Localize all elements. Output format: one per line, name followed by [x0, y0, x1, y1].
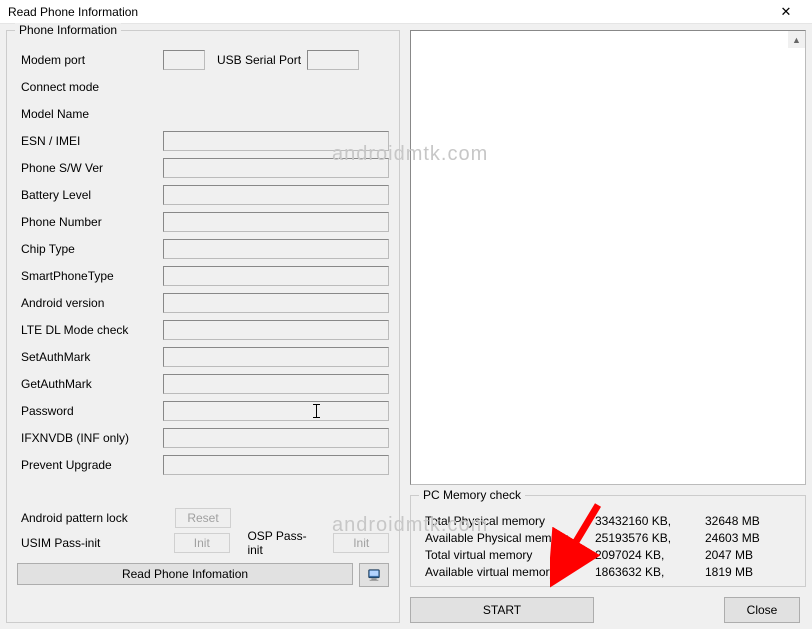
group-legend: Phone Information [15, 23, 121, 37]
field-chip-type [163, 239, 389, 259]
mem-avail-phys-label: Available Physical memory [425, 531, 595, 545]
row-set-auth: SetAuthMark [17, 344, 389, 369]
row-ifxnvdb: IFXNVDB (INF only) [17, 425, 389, 450]
row-model-name: Model Name [17, 101, 389, 126]
label-chip-type: Chip Type [17, 242, 163, 256]
computer-icon-button[interactable] [359, 563, 389, 587]
label-password: Password [17, 404, 163, 418]
usim-init-button[interactable]: Init [174, 533, 230, 553]
row-smartphone-type: SmartPhoneType [17, 263, 389, 288]
label-battery: Battery Level [17, 188, 163, 202]
row-android-version: Android version [17, 290, 389, 315]
row-esn-imei: ESN / IMEI [17, 128, 389, 153]
field-phone-number [163, 212, 389, 232]
field-get-auth [163, 374, 389, 394]
content-area: Phone Information Modem port USB Serial … [0, 24, 812, 629]
mem-total-virt: Total virtual memory 2097024 KB, 2047 MB [425, 546, 791, 563]
label-usim: USIM Pass-init [17, 536, 174, 550]
label-osp: OSP Pass-init [247, 529, 321, 557]
scroll-up-icon[interactable]: ▲ [788, 31, 805, 48]
label-phone-number: Phone Number [17, 215, 163, 229]
label-ifxnvdb: IFXNVDB (INF only) [17, 431, 163, 445]
field-prevent-upgrade [163, 455, 389, 475]
start-button[interactable]: START [410, 597, 594, 623]
reset-button[interactable]: Reset [175, 508, 231, 528]
row-chip-type: Chip Type [17, 236, 389, 261]
mem-total-phys: Total Physical memory 33432160 KB, 32648… [425, 512, 791, 529]
label-lte-dl: LTE DL Mode check [17, 323, 163, 337]
mem-legend: PC Memory check [419, 488, 525, 502]
mem-avail-virt-kb: 1863632 KB, [595, 565, 705, 579]
label-prevent-upgrade: Prevent Upgrade [17, 458, 163, 472]
field-ifxnvdb [163, 428, 389, 448]
mem-avail-virt-label: Available virtual memory [425, 565, 595, 579]
field-phone-sw [163, 158, 389, 178]
row-prevent-upgrade: Prevent Upgrade [17, 452, 389, 477]
field-password[interactable] [163, 401, 389, 421]
label-connect-mode: Connect mode [17, 80, 163, 94]
mem-total-virt-mb: 2047 MB [705, 548, 783, 562]
label-esn-imei: ESN / IMEI [17, 134, 163, 148]
pc-memory-group: PC Memory check Total Physical memory 33… [410, 495, 806, 587]
label-usb-serial: USB Serial Port [217, 53, 301, 67]
field-usb-serial [307, 50, 359, 70]
field-battery [163, 185, 389, 205]
field-android-version [163, 293, 389, 313]
mem-total-virt-kb: 2097024 KB, [595, 548, 705, 562]
mem-avail-phys: Available Physical memory 25193576 KB, 2… [425, 529, 791, 546]
row-get-auth: GetAuthMark [17, 371, 389, 396]
phone-info-group: Phone Information Modem port USB Serial … [6, 30, 400, 623]
window-title: Read Phone Information [8, 5, 764, 19]
field-smartphone-type [163, 266, 389, 286]
row-usim-osp: USIM Pass-init Init OSP Pass-init Init [17, 530, 389, 555]
mem-avail-phys-mb: 24603 MB [705, 531, 783, 545]
label-modem-port: Modem port [17, 53, 163, 67]
row-pattern-lock: Android pattern lock Reset [17, 505, 389, 530]
mem-total-phys-label: Total Physical memory [425, 514, 595, 528]
row-phone-number: Phone Number [17, 209, 389, 234]
field-lte-dl [163, 320, 389, 340]
close-button[interactable]: Close [724, 597, 800, 623]
field-set-auth [163, 347, 389, 367]
row-connect-mode: Connect mode [17, 74, 389, 99]
field-modem-port [163, 50, 205, 70]
mem-avail-virt: Available virtual memory 1863632 KB, 181… [425, 563, 791, 580]
label-set-auth: SetAuthMark [17, 350, 163, 364]
label-get-auth: GetAuthMark [17, 377, 163, 391]
log-textarea[interactable]: ▲ [410, 30, 806, 485]
label-smartphone-type: SmartPhoneType [17, 269, 163, 283]
computer-icon [367, 568, 381, 582]
row-battery: Battery Level [17, 182, 389, 207]
mem-total-virt-label: Total virtual memory [425, 548, 595, 562]
mem-total-phys-mb: 32648 MB [705, 514, 783, 528]
field-esn-imei [163, 131, 389, 151]
close-icon[interactable]: ✕ [764, 0, 808, 24]
row-phone-sw: Phone S/W Ver [17, 155, 389, 180]
mem-total-phys-kb: 33432160 KB, [595, 514, 705, 528]
label-android-version: Android version [17, 296, 163, 310]
mem-avail-phys-kb: 25193576 KB, [595, 531, 705, 545]
osp-init-button[interactable]: Init [333, 533, 389, 553]
label-model-name: Model Name [17, 107, 163, 121]
read-phone-info-button[interactable]: Read Phone Infomation [17, 563, 353, 585]
label-pattern-lock: Android pattern lock [17, 511, 175, 525]
row-password: Password [17, 398, 389, 423]
label-phone-sw: Phone S/W Ver [17, 161, 163, 175]
mem-avail-virt-mb: 1819 MB [705, 565, 783, 579]
titlebar: Read Phone Information ✕ [0, 0, 812, 24]
row-lte-dl: LTE DL Mode check [17, 317, 389, 342]
row-modem-port: Modem port USB Serial Port [17, 47, 389, 72]
